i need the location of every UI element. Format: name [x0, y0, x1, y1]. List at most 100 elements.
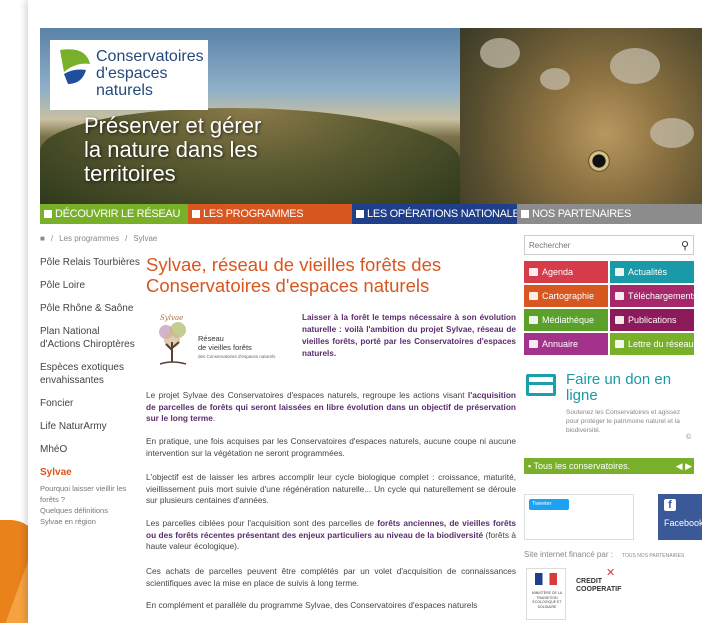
quick-link-label: Publications [628, 315, 677, 325]
ministry-text: MINISTÈRE DE LA TRANSITION ÉCOLOGIQUE ET… [531, 591, 563, 609]
header-banner: Conservatoires d'espaces naturels Préser… [40, 28, 702, 204]
leftnav-subitem[interactable]: Sylvae en région [40, 516, 140, 527]
all-conservatoires-label: Tous les conservatoires. [533, 461, 631, 471]
book-icon [615, 316, 624, 324]
quick-link-label: Médiathèque [542, 315, 595, 325]
quick-link-annuaire[interactable]: Annuaire [524, 333, 608, 355]
ministry-logo[interactable]: MINISTÈRE DE LA TRANSITION ÉCOLOGIQUE ET… [526, 568, 566, 620]
carousel-arrows-icon[interactable]: ◀ ▶ [676, 458, 692, 474]
nav-decouvrir-reseau[interactable]: DÉCOUVRIR LE RÉSEAU [40, 204, 188, 224]
quick-link-label: Cartographie [542, 291, 595, 301]
home-icon[interactable]: ■ [40, 234, 45, 243]
download-icon [615, 292, 624, 300]
document-icon [615, 340, 624, 348]
p4-text: Les parcelles ciblées pour l'acquisition… [146, 518, 375, 528]
paragraph-6: En complément et parallèle du programme … [146, 600, 478, 610]
leftnav-item[interactable]: Pôle Rhône & Saône [40, 302, 140, 315]
credit-line-2: COOPERATIF [576, 586, 622, 593]
leftnav-item[interactable]: Espèces exotiques envahissantes [40, 361, 140, 387]
main-content: Sylvae, réseau de vieilles forêts des Co… [146, 254, 516, 610]
paragraph-4: Les parcelles ciblées pour l'acquisition… [146, 518, 516, 553]
nav-label: NOS PARTENAIRES [532, 208, 632, 220]
sylvae-logo-text: Réseau de vieilles forêts [198, 334, 252, 352]
nav-icon [44, 210, 52, 218]
quick-link-cartographie[interactable]: Cartographie [524, 285, 608, 307]
credit-line-1: CREDIT [576, 578, 603, 585]
quick-link-publications[interactable]: Publications [610, 309, 694, 331]
fish-eye [588, 150, 610, 172]
breadcrumb-separator: / [125, 234, 128, 243]
user-icon [529, 340, 538, 348]
quick-link-agenda[interactable]: Agenda [524, 261, 608, 283]
search-box: ⚲ [524, 235, 694, 255]
banner-slogan: Préserver et gérer la nature dans les te… [84, 113, 262, 186]
nav-label: DÉCOUVRIR LE RÉSEAU [55, 208, 181, 220]
sylvae-line-2: de vieilles forêts [198, 343, 252, 352]
donation-block[interactable]: Faire un don en ligne Soutenez les Conse… [524, 368, 694, 448]
donation-title[interactable]: Faire un don en ligne [566, 372, 676, 404]
all-conservatoires-bar[interactable]: ▪ Tous les conservatoires. ◀ ▶ [524, 458, 694, 474]
image-icon [529, 316, 538, 324]
nav-operations-nationales[interactable]: LES OPÉRATIONS NATIONALES [352, 204, 517, 224]
leftnav-item[interactable]: Plan National d'Actions Chiroptères [40, 325, 140, 351]
quick-link-label: Téléchargements [628, 291, 694, 301]
map-pin-icon [529, 292, 538, 300]
nav-label: LES OPÉRATIONS NATIONALES [367, 208, 517, 220]
search-icon[interactable]: ⚲ [681, 239, 689, 252]
quick-links: Agenda Actualités Cartographie Télécharg… [524, 261, 694, 355]
fish-image [460, 28, 702, 204]
quick-link-label: Annuaire [542, 339, 579, 349]
quick-link-lettre-reseau[interactable]: Lettre du réseau [610, 333, 694, 355]
web-page: Conservatoires d'espaces naturels Préser… [28, 0, 702, 623]
left-sidebar-nav: Pôle Relais Tourbières Pôle Loire Pôle R… [40, 256, 140, 527]
main-navigation: DÉCOUVRIR LE RÉSEAU LES PROGRAMMES LES O… [40, 204, 702, 224]
logo-line-1: Conservatoires [96, 48, 204, 65]
nav-icon [521, 210, 529, 218]
leftnav-item-active[interactable]: Sylvae [40, 466, 140, 479]
quick-link-telechargements[interactable]: Téléchargements [610, 285, 694, 307]
quick-link-actualites[interactable]: Actualités [610, 261, 694, 283]
paragraph-5: Ces achats de parcelles peuvent être com… [146, 566, 516, 588]
leftnav-item[interactable]: Pôle Relais Tourbières [40, 256, 140, 269]
nav-label: LES PROGRAMMES [203, 208, 304, 220]
megaphone-icon [615, 268, 624, 276]
leftnav-subitem[interactable]: Pourquoi laisser vieillir les forêts ? [40, 483, 140, 505]
leftnav-item[interactable]: MhéO [40, 443, 140, 456]
sylvae-line-1: Réseau [198, 334, 224, 343]
breadcrumb: ■ / Les programmes / Sylvae [40, 234, 157, 243]
facebook-label: Facebook [664, 518, 702, 528]
nav-icon [192, 210, 200, 218]
quick-link-label: Actualités [628, 267, 668, 277]
search-input[interactable] [529, 239, 669, 252]
p1-text: Le projet Sylvae des Conservatoires d'es… [146, 390, 465, 400]
quick-link-label: Agenda [542, 267, 574, 277]
breadcrumb-separator: / [50, 234, 54, 243]
tweet-button[interactable]: Tweeter [529, 499, 569, 510]
nav-partenaires[interactable]: NOS PARTENAIRES [517, 204, 702, 224]
donation-text: Soutenez les Conservatoires et agissez p… [566, 409, 681, 434]
breadcrumb-programmes[interactable]: Les programmes [59, 234, 119, 243]
nav-programmes[interactable]: LES PROGRAMMES [188, 204, 352, 224]
quick-link-mediatheque[interactable]: Médiathèque [524, 309, 608, 331]
logo-text: Conservatoires d'espaces naturels [96, 48, 204, 99]
logo-line-3: naturels [96, 82, 153, 99]
paragraph-3: L'objectif est de laisser les arbres acc… [146, 472, 516, 506]
leftnav-item[interactable]: Life NaturArmy [40, 420, 140, 433]
facebook-icon: f [664, 499, 676, 511]
site-logo[interactable]: Conservatoires d'espaces naturels [50, 40, 208, 110]
logo-line-2: d'espaces [96, 65, 168, 82]
paragraph-1: Le projet Sylvae des Conservatoires d'es… [146, 390, 516, 425]
sylvae-logo: Sylvae Réseau de vieilles forêts des Con… [152, 312, 292, 368]
calendar-icon [529, 268, 538, 276]
sylvae-line-3: des Conservatoires d'espaces naturels [198, 354, 276, 359]
leftnav-subitem[interactable]: Quelques définitions [40, 505, 140, 516]
logo-mark-icon [60, 49, 90, 84]
financing-label: Site internet financé par : [524, 550, 613, 559]
facebook-widget[interactable]: f Facebook [658, 494, 702, 540]
all-partners-link[interactable]: TOUS NOS PARTENAIRES [622, 553, 684, 559]
leftnav-item[interactable]: Foncier [40, 397, 140, 410]
paragraph-2: En pratique, une fois acquises par les C… [146, 436, 516, 458]
credit-cooperatif-logo[interactable]: CREDIT COOPERATIF [576, 578, 621, 594]
leftnav-item[interactable]: Pôle Loire [40, 279, 140, 292]
p1-end: . [212, 413, 216, 424]
